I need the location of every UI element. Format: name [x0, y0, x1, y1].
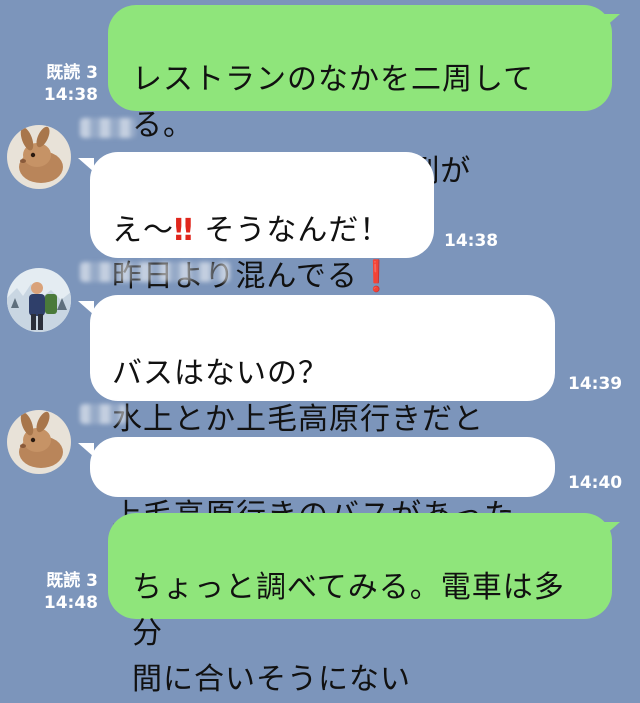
bubble-tail	[604, 14, 620, 28]
message-text-prefix: え〜	[112, 213, 174, 248]
chat-area[interactable]: 既読 3 14:38 レストランのなかを二周してる。 ロープウェイ待ちの列が え…	[0, 0, 640, 697]
exclamation-icon: ❗	[357, 259, 397, 294]
avatar[interactable]	[7, 410, 71, 474]
message-bubble-outgoing[interactable]: レストランのなかを二周してる。 ロープウェイ待ちの列が	[108, 5, 612, 189]
rabbit-avatar-icon	[7, 410, 71, 474]
read-receipt: 既読 3	[46, 63, 98, 83]
message-time: 14:38	[444, 231, 499, 251]
message-bubble-incoming[interactable]: 上毛高原行きのバスがあったよ	[90, 437, 555, 579]
message-time: 14:38	[43, 85, 98, 105]
sender-name-hidden	[80, 262, 230, 282]
bubble-tail	[604, 522, 620, 536]
message-text-suffix: そうなんだ！	[193, 213, 391, 248]
message-text: ちょっと調べてみる。電車は多分 間に合いそうにない	[132, 570, 565, 697]
avatar[interactable]	[7, 268, 71, 332]
bubble-tail	[78, 443, 94, 457]
hiker-avatar-icon	[7, 268, 71, 332]
bubble-tail	[78, 301, 94, 315]
double-exclamation-icon: ‼	[174, 213, 194, 248]
message-bubble-incoming[interactable]: バスはないの？ 水上とか上毛高原行きだとか。	[90, 295, 555, 483]
message-1-meta: 既読 3 14:38	[30, 62, 98, 106]
avatar[interactable]	[7, 125, 71, 189]
sender-name-hidden	[80, 404, 126, 424]
message-time: 14:48	[43, 593, 98, 613]
message-time: 14:39	[568, 374, 623, 394]
message-bubble-outgoing[interactable]: ちょっと調べてみる。電車は多分 間に合いそうにない	[108, 513, 612, 697]
bubble-tail	[78, 158, 94, 172]
message-bubble-incoming[interactable]: え〜‼ そうなんだ！ 昨日より混んでる❗	[90, 152, 434, 294]
message-5-meta: 既読 3 14:48	[30, 570, 98, 614]
sender-name-hidden	[80, 118, 136, 138]
read-receipt: 既読 3	[46, 571, 98, 591]
rabbit-avatar-icon	[7, 125, 71, 189]
message-time: 14:40	[568, 473, 623, 493]
